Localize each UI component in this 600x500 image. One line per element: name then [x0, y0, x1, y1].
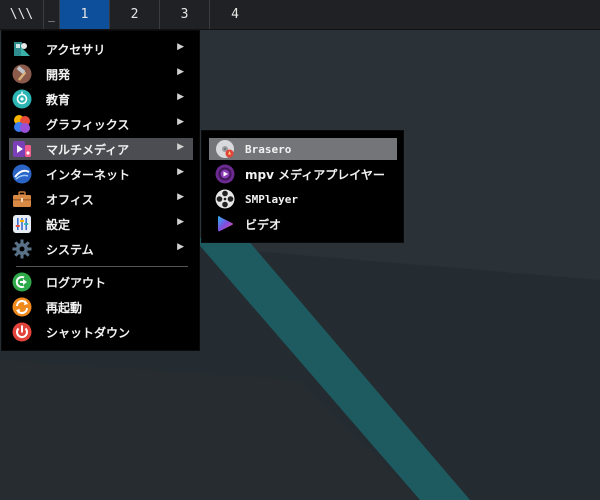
power-icon	[12, 322, 32, 342]
submenu-arrow-icon: ▶	[177, 67, 184, 77]
submenu-arrow-icon: ▶	[177, 142, 184, 152]
submenu-item-video[interactable]: ビデオ	[209, 213, 397, 235]
menu-item-label: 設定	[46, 217, 71, 232]
menu-item-development[interactable]: 開発 ▶	[9, 63, 193, 85]
menu-item-shutdown[interactable]: シャットダウン	[9, 321, 193, 343]
menu-separator	[16, 266, 188, 267]
submenu-item-smplayer[interactable]: SMPlayer	[209, 188, 397, 210]
menu-item-accessories[interactable]: アクセサリ ▶	[9, 38, 193, 60]
submenu-item-mpv[interactable]: mpv メディアプレイヤー	[209, 163, 397, 185]
menu-item-label: 教育	[46, 92, 71, 107]
brasero-disc-icon	[216, 140, 234, 158]
submenu-item-label: SMPlayer	[245, 192, 298, 206]
submenu-item-label: ビデオ	[245, 217, 282, 232]
menu-item-settings[interactable]: 設定 ▶	[9, 213, 193, 235]
multimedia-icon	[13, 141, 31, 157]
menu-item-office[interactable]: オフィス ▶	[9, 188, 193, 210]
workspace-label: 3	[180, 7, 189, 22]
smplayer-icon	[215, 189, 235, 209]
menu-item-label: マルチメディア	[46, 142, 130, 157]
menu-item-label: アクセサリ	[46, 42, 106, 57]
menu-item-label: システム	[46, 242, 94, 257]
menu-item-label: オフィス	[46, 192, 94, 207]
top-panel: \\\ _ 1 2 3 4	[0, 0, 600, 30]
menu-item-label: インターネット	[46, 167, 131, 182]
menu-item-label: ログアウト	[46, 275, 107, 290]
launcher-logo-icon: \\\	[9, 7, 34, 22]
menu-item-system[interactable]: システム ▶	[9, 238, 193, 260]
submenu-arrow-icon: ▶	[177, 242, 184, 252]
menu-item-internet[interactable]: インターネット ▶	[9, 163, 193, 185]
menu-item-multimedia[interactable]: マルチメディア ▶	[9, 138, 193, 160]
show-desktop-label: _	[48, 9, 55, 22]
education-icon	[12, 89, 32, 109]
menu-item-label: 開発	[46, 67, 71, 82]
menu-item-label: シャットダウン	[46, 325, 131, 340]
menu-item-education[interactable]: 教育 ▶	[9, 88, 193, 110]
workspace-4-button[interactable]: 4	[210, 0, 260, 29]
submenu-arrow-icon: ▶	[177, 117, 184, 127]
workspace-label: 1	[80, 7, 89, 22]
mpv-icon	[215, 164, 235, 184]
submenu-item-brasero[interactable]: Brasero	[209, 138, 397, 160]
submenu-arrow-icon: ▶	[177, 217, 184, 227]
accessories-icon	[14, 42, 30, 56]
menu-item-graphics[interactable]: グラフィックス ▶	[9, 113, 193, 135]
multimedia-submenu: Brasero mpv メディアプレイヤー SMPlayer ビデオ	[201, 130, 404, 243]
submenu-item-label: mpv メディアプレイヤー	[245, 167, 385, 182]
menu-item-label: グラフィックス	[46, 117, 130, 132]
workspace-3-button[interactable]: 3	[160, 0, 210, 29]
reboot-icon	[12, 297, 32, 317]
workspace-2-button[interactable]: 2	[110, 0, 160, 29]
menu-item-label: 再起動	[46, 300, 83, 315]
workspace-label: 4	[231, 7, 239, 22]
workspace-label: 2	[130, 7, 139, 22]
menu-launcher-button[interactable]: \\\	[0, 0, 44, 29]
settings-icon	[13, 215, 31, 233]
logout-icon	[12, 272, 32, 292]
show-desktop-button[interactable]: _	[44, 0, 60, 29]
submenu-arrow-icon: ▶	[177, 92, 184, 102]
graphics-icon	[14, 115, 30, 133]
video-play-icon	[218, 216, 233, 232]
office-icon	[13, 191, 31, 207]
submenu-arrow-icon: ▶	[177, 167, 184, 177]
main-menu: アクセサリ ▶ 開発 ▶ 教育 ▶ グラフィックス ▶ マルチメディア ▶ イン…	[1, 30, 200, 351]
system-gear-icon	[12, 239, 32, 259]
submenu-item-label: Brasero	[245, 142, 292, 156]
hammer-icon	[12, 64, 32, 84]
workspace-1-button[interactable]: 1	[60, 0, 110, 29]
submenu-arrow-icon: ▶	[177, 42, 184, 52]
internet-icon	[12, 164, 32, 184]
submenu-arrow-icon: ▶	[177, 192, 184, 202]
menu-item-reboot[interactable]: 再起動	[9, 296, 193, 318]
menu-item-logout[interactable]: ログアウト	[9, 271, 193, 293]
